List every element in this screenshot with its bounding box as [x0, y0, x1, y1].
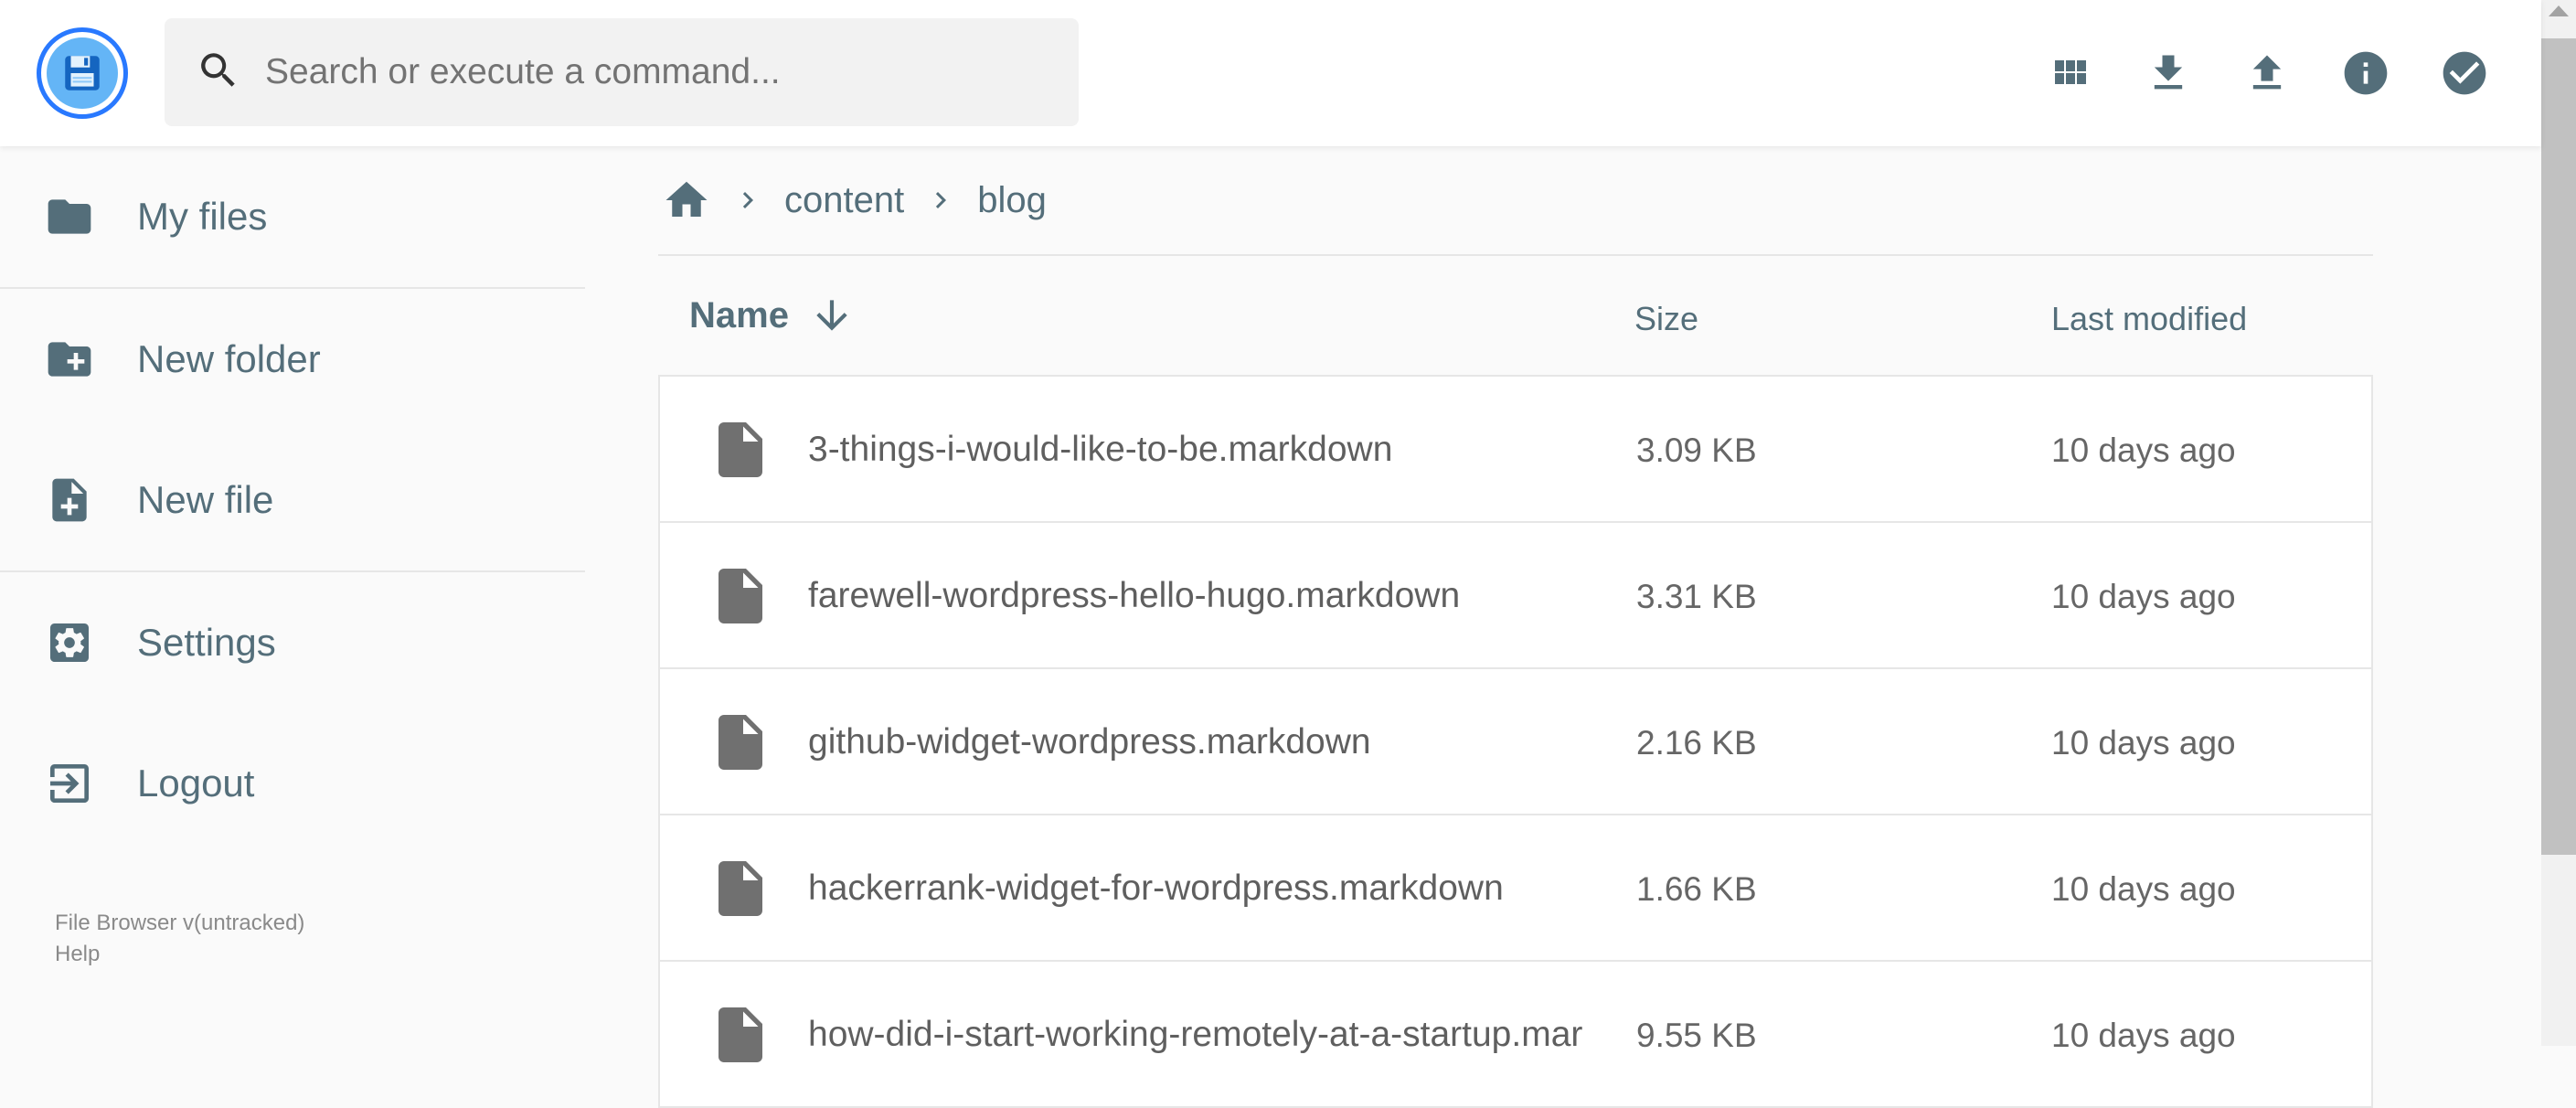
file-row[interactable]: 3-things-i-would-like-to-be.markdown 3.0…	[658, 375, 2373, 523]
file-modified: 10 days ago	[2051, 578, 2236, 615]
file-row[interactable]: github-widget-wordpress.markdown 2.16 KB…	[658, 669, 2373, 815]
file-icon	[708, 709, 773, 784]
name-column-label: Name	[689, 294, 789, 336]
search-input[interactable]	[263, 51, 1071, 93]
file-row[interactable]: hackerrank-widget-for-wordpress.markdown…	[658, 815, 2373, 962]
scroll-up-arrow-icon[interactable]	[2549, 5, 2569, 16]
search-icon	[196, 48, 241, 98]
version-text: File Browser v(untracked)	[55, 911, 305, 935]
download-icon[interactable]	[2137, 42, 2199, 104]
sidebar-item-label: My files	[137, 195, 268, 238]
file-row[interactable]: farewell-wordpress-hello-hugo.markdown 3…	[658, 523, 2373, 669]
sidebar-item-label: New folder	[137, 337, 321, 380]
folder-icon	[44, 191, 95, 242]
file-modified: 10 days ago	[2051, 1017, 2236, 1054]
sidebar-item-label: Logout	[137, 762, 255, 804]
new-file-icon	[44, 474, 95, 526]
file-modified: 10 days ago	[2051, 724, 2236, 762]
select-check-icon[interactable]	[2433, 42, 2496, 104]
chevron-right-icon	[924, 184, 957, 217]
file-icon	[708, 1002, 773, 1077]
sidebar-footer: File Browser v(untracked) Help	[55, 908, 304, 970]
file-list-header: Name Size Last modified	[658, 256, 2373, 375]
breadcrumb-item-content[interactable]: content	[784, 180, 904, 221]
arrow-down-icon[interactable]	[809, 293, 855, 338]
scrollbar-thumb[interactable]	[2541, 38, 2576, 855]
grid-view-icon[interactable]	[2038, 42, 2101, 104]
info-icon[interactable]	[2335, 42, 2397, 104]
search-bar[interactable]	[165, 18, 1079, 126]
size-column-header[interactable]: Size	[1634, 300, 1698, 338]
file-size: 3.09 KB	[1636, 431, 1757, 469]
sidebar-item-my-files[interactable]: My files	[0, 146, 585, 287]
logout-icon	[44, 758, 95, 809]
floppy-disk-icon[interactable]	[37, 27, 128, 119]
file-size: 1.66 KB	[1636, 870, 1757, 908]
file-name: hackerrank-widget-for-wordpress.markdown	[808, 868, 1504, 908]
file-icon	[708, 856, 773, 931]
scrollbar[interactable]	[2541, 0, 2576, 1046]
file-size: 2.16 KB	[1636, 724, 1757, 762]
file-icon	[708, 563, 773, 638]
help-link[interactable]: Help	[55, 939, 304, 970]
sidebar-item-new-file[interactable]: New file	[0, 430, 585, 570]
file-name: 3-things-i-would-like-to-be.markdown	[808, 430, 1393, 469]
sidebar: My files New folder New file Settings Lo…	[0, 146, 585, 854]
file-name: how-did-i-start-working-remotely-at-a-st…	[808, 1015, 1583, 1054]
new-folder-icon	[44, 334, 95, 385]
sidebar-item-label: New file	[137, 478, 274, 521]
header-actions	[2038, 41, 2496, 105]
name-column-header[interactable]: Name	[689, 293, 855, 338]
sidebar-item-label: Settings	[137, 621, 276, 664]
breadcrumb: content blog	[658, 146, 2373, 256]
file-size: 3.31 KB	[1636, 578, 1757, 615]
settings-icon	[44, 617, 95, 668]
sidebar-item-settings[interactable]: Settings	[0, 572, 585, 713]
file-size: 9.55 KB	[1636, 1017, 1757, 1054]
upload-icon[interactable]	[2236, 42, 2298, 104]
chevron-right-icon	[731, 184, 764, 217]
file-row[interactable]: how-did-i-start-working-remotely-at-a-st…	[658, 962, 2373, 1108]
sidebar-item-new-folder[interactable]: New folder	[0, 289, 585, 430]
last-modified-column-header[interactable]: Last modified	[2051, 300, 2247, 338]
file-name: github-widget-wordpress.markdown	[808, 722, 1371, 762]
file-modified: 10 days ago	[2051, 431, 2236, 469]
file-name: farewell-wordpress-hello-hugo.markdown	[808, 576, 1461, 615]
sidebar-item-logout[interactable]: Logout	[0, 713, 585, 854]
top-bar	[0, 0, 2541, 146]
file-list: 3-things-i-would-like-to-be.markdown 3.0…	[658, 375, 2373, 1108]
home-icon[interactable]	[662, 176, 711, 225]
file-icon	[708, 417, 773, 492]
file-modified: 10 days ago	[2051, 870, 2236, 908]
breadcrumb-item-blog[interactable]: blog	[977, 180, 1047, 221]
